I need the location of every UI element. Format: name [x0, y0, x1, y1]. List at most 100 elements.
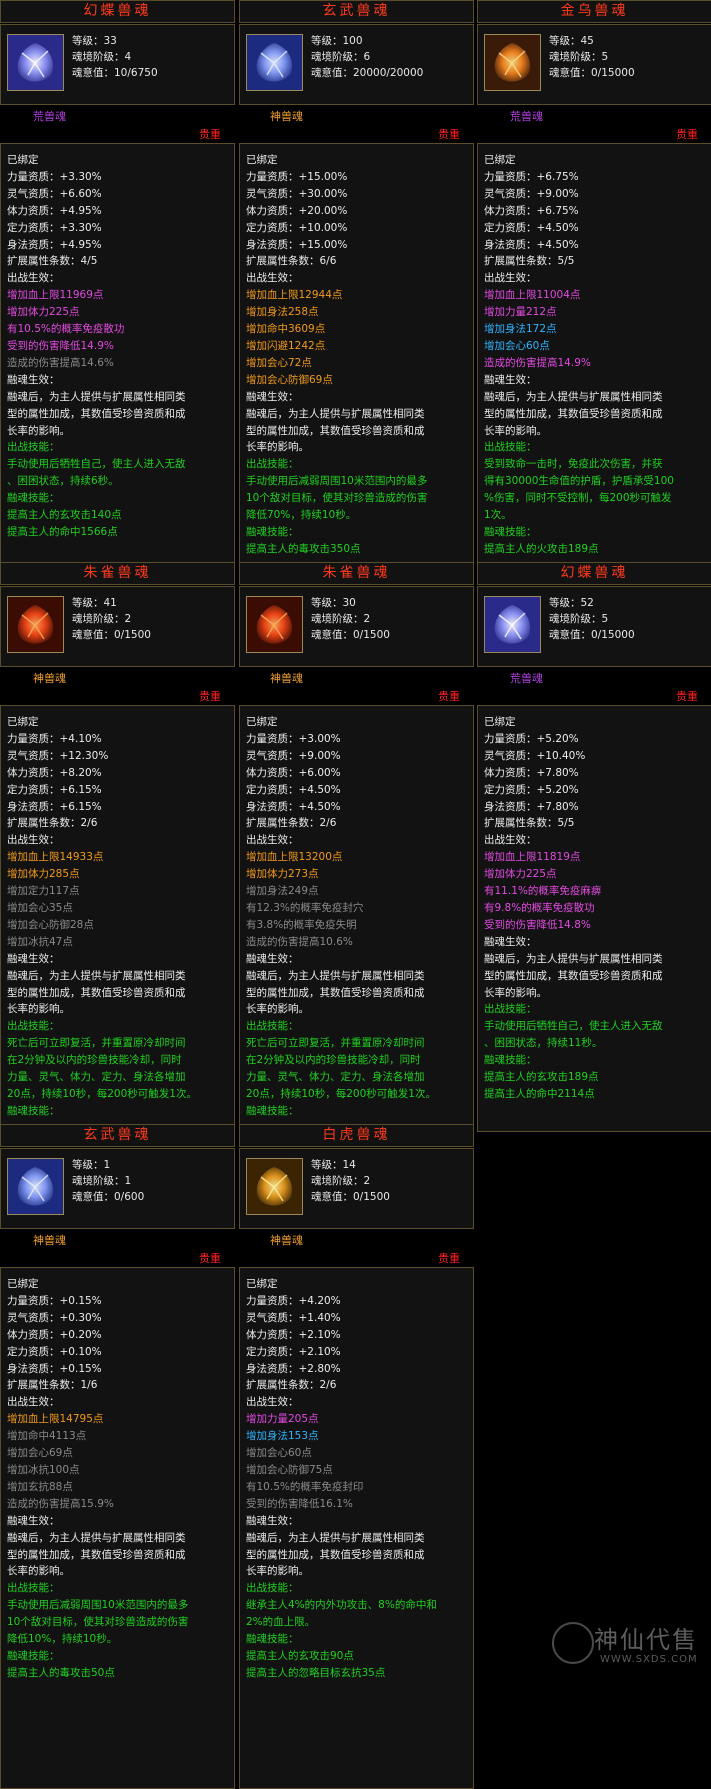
detail-line: 身法资质：+4.50% [484, 238, 579, 251]
detail-line: 增加体力225点 [484, 868, 557, 881]
soul-row: 魂意值：0/600 [72, 1189, 144, 1205]
realm-value: 2 [124, 613, 132, 625]
detail-line: 有3.8%的概率免疫失明 [246, 918, 357, 931]
soul-row: 魂意值：0/15000 [549, 65, 635, 81]
detail-line: 增加冰抗100点 [7, 1463, 80, 1476]
realm-label: 魂境阶级： [72, 613, 125, 625]
detail-line: 体力资质：+4.95% [7, 204, 102, 217]
detail-line: 灵气资质：+30.00% [246, 187, 348, 200]
detail-line: 增加身法172点 [484, 323, 557, 336]
soul-card: 白虎兽魂 等级：14 魂境阶级：2 魂意值：0/1500 神兽魂 贵重 已绑定 力量资质：+4… [239, 1124, 474, 1789]
detail-line: 死亡后可立即复活，并重置原冷却时间 [246, 1037, 425, 1050]
level-row: 等级：30 [311, 595, 390, 611]
realm-row: 魂境阶级：4 [72, 49, 158, 65]
detail-line: 提高主人的毒攻击50点 [7, 1666, 115, 1679]
detail-line: 增加闪避1242点 [246, 339, 326, 352]
level-row: 等级：33 [72, 33, 158, 49]
detail-line: 长率的影响。 [7, 1003, 70, 1016]
detail-line: 体力资质：+7.80% [484, 766, 579, 779]
vermilion-bird-soul-icon[interactable] [7, 596, 64, 653]
realm-row: 魂境阶级：2 [311, 611, 390, 627]
detail-line: 死亡后可立即复活，并重置原冷却时间 [7, 1037, 186, 1050]
card-detail-panel: 已绑定 力量资质：+3.00% 灵气资质：+9.00% 体力资质：+6.00% 定力资质… [239, 705, 474, 1132]
detail-line: 扩展属性条数：6/6 [246, 255, 337, 268]
detail-line: 融魂技能： [7, 1104, 60, 1117]
detail-line: 力量资质：+4.10% [7, 732, 102, 745]
card-title: 白虎兽魂 [239, 1124, 474, 1147]
detail-line: 增加会心35点 [7, 901, 73, 914]
tortoise-soul-icon[interactable] [246, 34, 303, 91]
detail-line: 出战生效： [7, 834, 60, 847]
tortoise-soul-icon[interactable] [7, 1158, 64, 1215]
level-label: 等级： [311, 35, 343, 47]
card-title: 朱雀兽魂 [0, 562, 235, 585]
detail-line: 长率的影响。 [246, 1565, 309, 1578]
detail-line: 灵气资质：+9.00% [246, 749, 341, 762]
card-detail-panel: 已绑定 力量资质：+4.20% 灵气资质：+1.40% 体力资质：+2.10% 定力资质… [239, 1267, 474, 1789]
detail-line: 型的属性加成，其数值受珍兽资质和成 [246, 986, 425, 999]
detail-line: 体力资质：+8.20% [7, 766, 102, 779]
card-info-panel: 等级：52 魂境阶级：5 魂意值：0/15000 [477, 586, 711, 667]
detail-line: 在2分钟及以内的珍兽技能冷却，同时 [246, 1054, 421, 1067]
level-value: 52 [580, 597, 594, 609]
detail-line: 出战技能： [7, 1582, 60, 1595]
butterfly-soul-icon[interactable] [484, 596, 541, 653]
detail-line: 已绑定 [7, 1278, 39, 1290]
detail-line: 增加会心60点 [246, 1447, 312, 1460]
detail-line: 力量资质：+3.30% [7, 170, 102, 183]
detail-line: 长率的影响。 [7, 1565, 70, 1578]
detail-line: 增加体力273点 [246, 868, 319, 881]
card-detail-panel: 已绑定 力量资质：+6.75% 灵气资质：+9.00% 体力资质：+6.75% 定力资质… [477, 143, 711, 570]
detail-line: 定力资质：+3.30% [7, 221, 102, 234]
detail-line: 增加会心60点 [484, 339, 550, 352]
detail-line: 定力资质：+2.10% [246, 1345, 341, 1358]
white-tiger-soul-icon[interactable] [246, 1158, 303, 1215]
detail-line: 长率的影响。 [246, 441, 309, 454]
butterfly-soul-icon[interactable] [7, 34, 64, 91]
soul-label: 魂意值： [549, 629, 591, 641]
shenxian-logo-icon [552, 1622, 594, 1664]
detail-line: 力量资质：+15.00% [246, 170, 348, 183]
realm-row: 魂境阶级：2 [311, 1173, 390, 1189]
card-title: 朱雀兽魂 [239, 562, 474, 585]
detail-line: 增加血上限11004点 [484, 289, 581, 302]
golden-crow-soul-icon[interactable] [484, 34, 541, 91]
detail-line: 出战技能： [246, 1020, 299, 1033]
detail-line: 出战生效： [246, 834, 299, 847]
detail-line: 出战生效： [484, 834, 537, 847]
detail-line: 型的属性加成，其数值受珍兽资质和成 [484, 407, 663, 420]
vermilion-bird-soul-icon[interactable] [246, 596, 303, 653]
detail-line: 力量资质：+5.20% [484, 732, 579, 745]
rarity-label: 贵重 [199, 128, 221, 141]
realm-row: 魂境阶级：6 [311, 49, 423, 65]
detail-line: 体力资质：+2.10% [246, 1328, 341, 1341]
detail-line: 增加体力225点 [7, 306, 80, 319]
realm-row: 魂境阶级：2 [72, 611, 151, 627]
detail-line: 出战生效： [246, 1396, 299, 1409]
card-title: 玄武兽魂 [239, 0, 474, 23]
detail-line: 手动使用后减弱周围10米范围内的最多 [246, 475, 428, 488]
detail-line: 融魂后，为主人提供与扩展属性相同类 [246, 969, 425, 982]
card-info-panel: 等级：45 魂境阶级：5 魂意值：0/15000 [477, 24, 711, 105]
soul-label: 魂意值： [549, 67, 591, 79]
soul-value: 0/15000 [591, 629, 635, 641]
detail-line: 出战技能： [484, 1003, 537, 1016]
card-title: 幻蝶兽魂 [477, 562, 711, 585]
realm-label: 魂境阶级： [311, 1175, 364, 1187]
soul-type: 神兽魂 [270, 672, 303, 685]
card-detail-panel: 已绑定 力量资质：+0.15% 灵气资质：+0.30% 体力资质：+0.20% 定力资质… [0, 1267, 235, 1789]
detail-line: 融魂生效： [484, 373, 537, 386]
detail-line: 灵气资质：+10.40% [484, 749, 586, 762]
detail-line: 造成的伤害提高14.9% [484, 356, 591, 369]
level-row: 等级：1 [72, 1157, 144, 1173]
card-detail-panel: 已绑定 力量资质：+3.30% 灵气资质：+6.60% 体力资质：+4.95% 定力资质… [0, 143, 235, 570]
detail-line: 有10.5%的概率免疫封印 [246, 1480, 364, 1493]
card-detail-panel: 已绑定 力量资质：+5.20% 灵气资质：+10.40% 体力资质：+7.80% 定力资… [477, 705, 711, 1132]
detail-line: 增加会心防御69点 [246, 373, 333, 386]
detail-line: 出战技能： [246, 1582, 299, 1595]
realm-label: 魂境阶级： [311, 51, 364, 63]
detail-line: 融魂技能： [246, 525, 299, 538]
soul-row: 魂意值：0/1500 [311, 627, 390, 643]
detail-line: 10个敌对目标，使其对珍兽造成的伤害 [246, 492, 428, 505]
detail-line: 型的属性加成，其数值受珍兽资质和成 [7, 407, 186, 420]
